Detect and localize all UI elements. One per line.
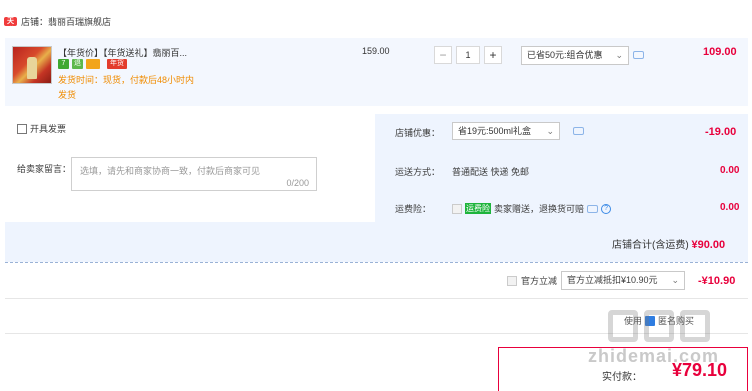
store-total-amount: ¥90.00 [691,239,726,251]
insurance-amount: 0.00 [720,202,740,213]
chevron-down-icon: ⌄ [615,50,623,60]
watermark-logo-icon [608,310,748,342]
official-discount-amount: -¥10.90 [698,275,736,287]
shop-icon: 天猫 [4,17,17,34]
quantity-plus-button[interactable]: + [484,46,502,64]
divider [5,298,748,299]
insurance-text: 卖家赠送，退换货可赔 [494,204,585,214]
official-discount-checkbox[interactable] [507,275,517,286]
site-watermark: zhidemai.com [588,310,748,390]
store-discount-select[interactable]: 省19元:500ml礼盒 ⌄ [452,122,560,140]
product-title[interactable]: 【年货价】【年货送礼】翡丽百... [58,46,187,59]
insurance-checkbox [452,203,462,214]
official-discount-label: 官方立减 [521,276,558,286]
invoice-option[interactable]: 开具发票 [17,122,66,135]
shop-header: 天猫 店铺：翡丽百瑞旗舰店 [4,15,111,34]
quantity-minus-button[interactable]: − [434,46,452,64]
insurance-tag: 运费险 [465,203,491,214]
shipping-label: 运送方式： [395,167,441,177]
delivery-time-note: 发货时间：现货，付款后48小时内发货 [58,75,195,100]
seven-day-return-icon: 7 [58,59,69,69]
product-badges: 7 退 年货 [58,59,127,69]
quantity-input[interactable]: 1 [456,46,480,64]
insurance-label: 运费险： [395,204,432,214]
official-discount: 官方立减 官方立减抵扣¥10.90元 ⌄ [507,271,686,290]
store-discount-value: 省19元:500ml礼盒 [458,126,532,136]
item-promotion-value: 已省50元:组合优惠 [527,50,603,60]
seller-message-input[interactable]: 选填，请先和商家协商一致，付款后商家可见 0/200 [71,157,317,191]
message-label: 给卖家留言： [17,164,72,174]
shop-name[interactable]: 店铺：翡丽百瑞旗舰店 [21,15,111,28]
watermark-text: zhidemai.com [588,346,720,366]
divider [5,262,748,263]
return-icon: 退 [72,59,83,69]
quantity-stepper: − 1 + [434,46,502,64]
message-placeholder: 选填，请先和商家协商一致，付款后商家可见 [80,166,261,176]
message-char-count: 0/200 [286,178,309,188]
shipping-method: 普通配送 快递 免邮 [452,167,530,177]
shipping-amount: 0.00 [720,165,740,176]
official-discount-value: 官方立减抵扣¥10.90元 [567,275,658,285]
card-icon [86,59,100,69]
shipping-insurance: 运费险 卖家赠送，退换货可赔 ? [452,202,612,215]
chevron-down-icon: ⌄ [546,126,554,136]
item-promotion-select[interactable]: 已省50元:组合优惠 ⌄ [521,46,629,65]
help-icon[interactable]: ? [601,203,612,214]
store-total-label: 店铺合计(含运费) [612,240,689,251]
chat-icon[interactable] [587,204,599,213]
invoice-checkbox[interactable] [17,123,27,134]
chat-icon[interactable] [633,51,644,59]
unit-price: 159.00 [362,46,390,56]
store-total: 店铺合计(含运费) ¥90.00 [612,236,725,251]
chevron-down-icon: ⌄ [671,275,680,285]
invoice-label: 开具发票 [30,124,67,134]
new-year-badge: 年货 [107,59,127,69]
item-subtotal: 109.00 [703,46,737,58]
store-discount-label: 店铺优惠： [395,128,441,138]
chat-icon[interactable] [573,127,584,135]
official-discount-select[interactable]: 官方立减抵扣¥10.90元 ⌄ [561,271,686,290]
store-discount-amount: -19.00 [705,126,737,138]
product-thumbnail[interactable] [12,46,52,84]
